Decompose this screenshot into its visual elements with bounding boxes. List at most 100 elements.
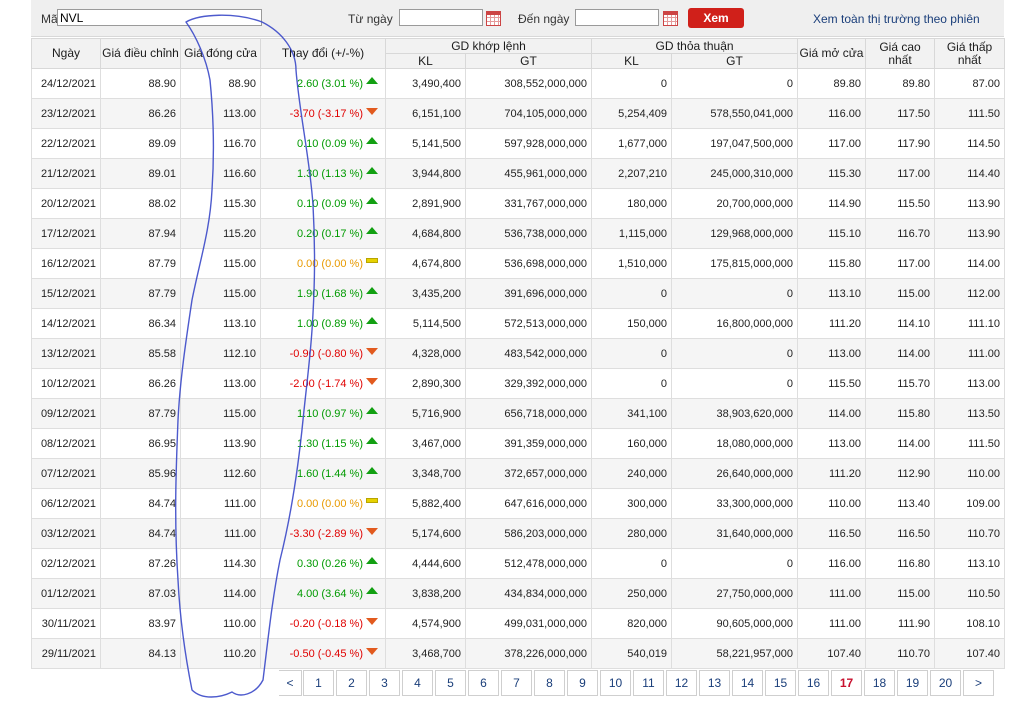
change-cell: 0.30 (0.26 %): [260, 548, 386, 579]
date-cell: 30/11/2021: [31, 608, 101, 639]
open-price-cell: 116.00: [797, 98, 867, 129]
from-date-label: Từ ngày: [348, 12, 393, 26]
page-button-11[interactable]: 11: [633, 670, 664, 696]
symbol-input[interactable]: [57, 9, 262, 26]
matched-value-cell: 372,657,000,000: [464, 458, 593, 489]
adjusted-price-cell: 85.58: [100, 338, 181, 369]
unchanged-bar-icon: [366, 498, 378, 504]
matched-value-cell: 499,031,000,000: [464, 608, 593, 639]
low-price-cell: 113.50: [934, 398, 1006, 429]
change-cell: 1.30 (1.15 %): [260, 428, 386, 459]
page-button-2[interactable]: 2: [336, 670, 367, 696]
table-row: 23/12/2021 86.26 113.00 -3.70 (-3.17 %) 6,15…: [31, 98, 1006, 129]
page-button-14[interactable]: 14: [732, 670, 763, 696]
page-button-8[interactable]: 8: [534, 670, 565, 696]
low-price-cell: 111.10: [934, 308, 1006, 339]
low-price-cell: 110.50: [934, 578, 1006, 609]
calendar-icon[interactable]: [663, 11, 678, 26]
close-price-cell: 115.00: [180, 248, 261, 279]
header-matched-group: GD khớp lệnh: [384, 38, 593, 54]
table-row: 08/12/2021 86.95 113.90 1.30 (1.15 %) 3,467,…: [31, 428, 1006, 459]
change-cell: 4.00 (3.64 %): [260, 578, 386, 609]
adjusted-price-cell: 85.96: [100, 458, 181, 489]
header-low-price: Giá thấp nhất: [934, 38, 1006, 69]
low-price-cell: 114.00: [934, 248, 1006, 279]
negotiated-volume-cell: 1,677,000: [591, 128, 673, 159]
page-button-20[interactable]: 20: [930, 670, 961, 696]
adjusted-price-cell: 87.79: [100, 398, 181, 429]
change-cell: -3.30 (-2.89 %): [260, 518, 386, 549]
adjusted-price-cell: 87.94: [100, 218, 181, 249]
table-row: 06/12/2021 84.74 111.00 0.00 (0.00 %) 5,882,…: [31, 488, 1006, 519]
open-price-cell: 115.10: [797, 218, 867, 249]
date-cell: 15/12/2021: [31, 278, 101, 309]
high-price-cell: 117.90: [865, 128, 936, 159]
header-change: Thay đổi (+/-%): [260, 38, 386, 69]
page-button-13[interactable]: 13: [699, 670, 730, 696]
view-button[interactable]: Xem: [688, 8, 744, 28]
arrow-up-icon: [366, 467, 378, 475]
close-price-cell: 113.00: [180, 98, 261, 129]
low-price-cell: 113.10: [934, 548, 1006, 579]
negotiated-volume-cell: 0: [591, 278, 673, 309]
negotiated-value-cell: 0: [671, 338, 799, 369]
low-price-cell: 108.10: [934, 608, 1006, 639]
page-button-9[interactable]: 9: [567, 670, 598, 696]
change-value: 0.00 (0.00 %): [296, 497, 363, 510]
arrow-up-icon: [366, 437, 378, 445]
low-price-cell: 110.00: [934, 458, 1006, 489]
negotiated-volume-cell: 150,000: [591, 308, 673, 339]
page-button-19[interactable]: 19: [897, 670, 928, 696]
low-price-cell: 111.00: [934, 338, 1006, 369]
page-button-1[interactable]: 1: [303, 670, 334, 696]
high-price-cell: 114.00: [865, 338, 936, 369]
adjusted-price-cell: 87.03: [100, 578, 181, 609]
high-price-cell: 116.80: [865, 548, 936, 579]
page-button-16[interactable]: 16: [798, 670, 829, 696]
page-button-6[interactable]: 6: [468, 670, 499, 696]
high-price-cell: 113.40: [865, 488, 936, 519]
negotiated-value-cell: 0: [671, 548, 799, 579]
table-row: 30/11/2021 83.97 110.00 -0.20 (-0.18 %) 4,57…: [31, 608, 1006, 639]
view-all-market-link[interactable]: Xem toàn thị trường theo phiên: [813, 12, 980, 26]
low-price-cell: 113.90: [934, 218, 1006, 249]
negotiated-value-cell: 0: [671, 368, 799, 399]
low-price-cell: 114.50: [934, 128, 1006, 159]
open-price-cell: 110.00: [797, 488, 867, 519]
page-button-4[interactable]: 4: [402, 670, 433, 696]
to-date-input[interactable]: [575, 9, 659, 26]
matched-volume-cell: 3,435,200: [385, 278, 466, 309]
header-date: Ngày: [31, 38, 101, 69]
low-price-cell: 112.00: [934, 278, 1006, 309]
change-cell: -0.90 (-0.80 %): [260, 338, 386, 369]
page-button-10[interactable]: 10: [600, 670, 631, 696]
change-value: 1.30 (1.13 %): [296, 167, 363, 180]
arrow-down-icon: [366, 348, 378, 356]
adjusted-price-cell: 86.34: [100, 308, 181, 339]
from-date-input[interactable]: [399, 9, 483, 26]
page-button-18[interactable]: 18: [864, 670, 895, 696]
page-next-button[interactable]: >: [963, 670, 994, 696]
negotiated-value-cell: 27,750,000,000: [671, 578, 799, 609]
matched-volume-cell: 3,838,200: [385, 578, 466, 609]
change-value: 1.10 (0.97 %): [296, 407, 363, 420]
page-button-12[interactable]: 12: [666, 670, 697, 696]
table-row: 29/11/2021 84.13 110.20 -0.50 (-0.45 %) 3,46…: [31, 638, 1006, 669]
page-button-17[interactable]: 17: [831, 670, 862, 696]
page-button-15[interactable]: 15: [765, 670, 796, 696]
low-price-cell: 113.00: [934, 368, 1006, 399]
open-price-cell: 114.00: [797, 398, 867, 429]
calendar-icon[interactable]: [486, 11, 501, 26]
page-prev-button[interactable]: <: [279, 670, 302, 696]
page-button-7[interactable]: 7: [501, 670, 532, 696]
high-price-cell: 115.80: [865, 398, 936, 429]
matched-volume-cell: 5,141,500: [385, 128, 466, 159]
page-button-3[interactable]: 3: [369, 670, 400, 696]
table-row: 14/12/2021 86.34 113.10 1.00 (0.89 %) 5,114,…: [31, 308, 1006, 339]
matched-value-cell: 434,834,000,000: [464, 578, 593, 609]
table-row: 15/12/2021 87.79 115.00 1.90 (1.68 %) 3,435,…: [31, 278, 1006, 309]
arrow-down-icon: [366, 108, 378, 116]
page-button-5[interactable]: 5: [435, 670, 466, 696]
matched-volume-cell: 4,328,000: [385, 338, 466, 369]
change-value: 0.30 (0.26 %): [296, 557, 363, 570]
